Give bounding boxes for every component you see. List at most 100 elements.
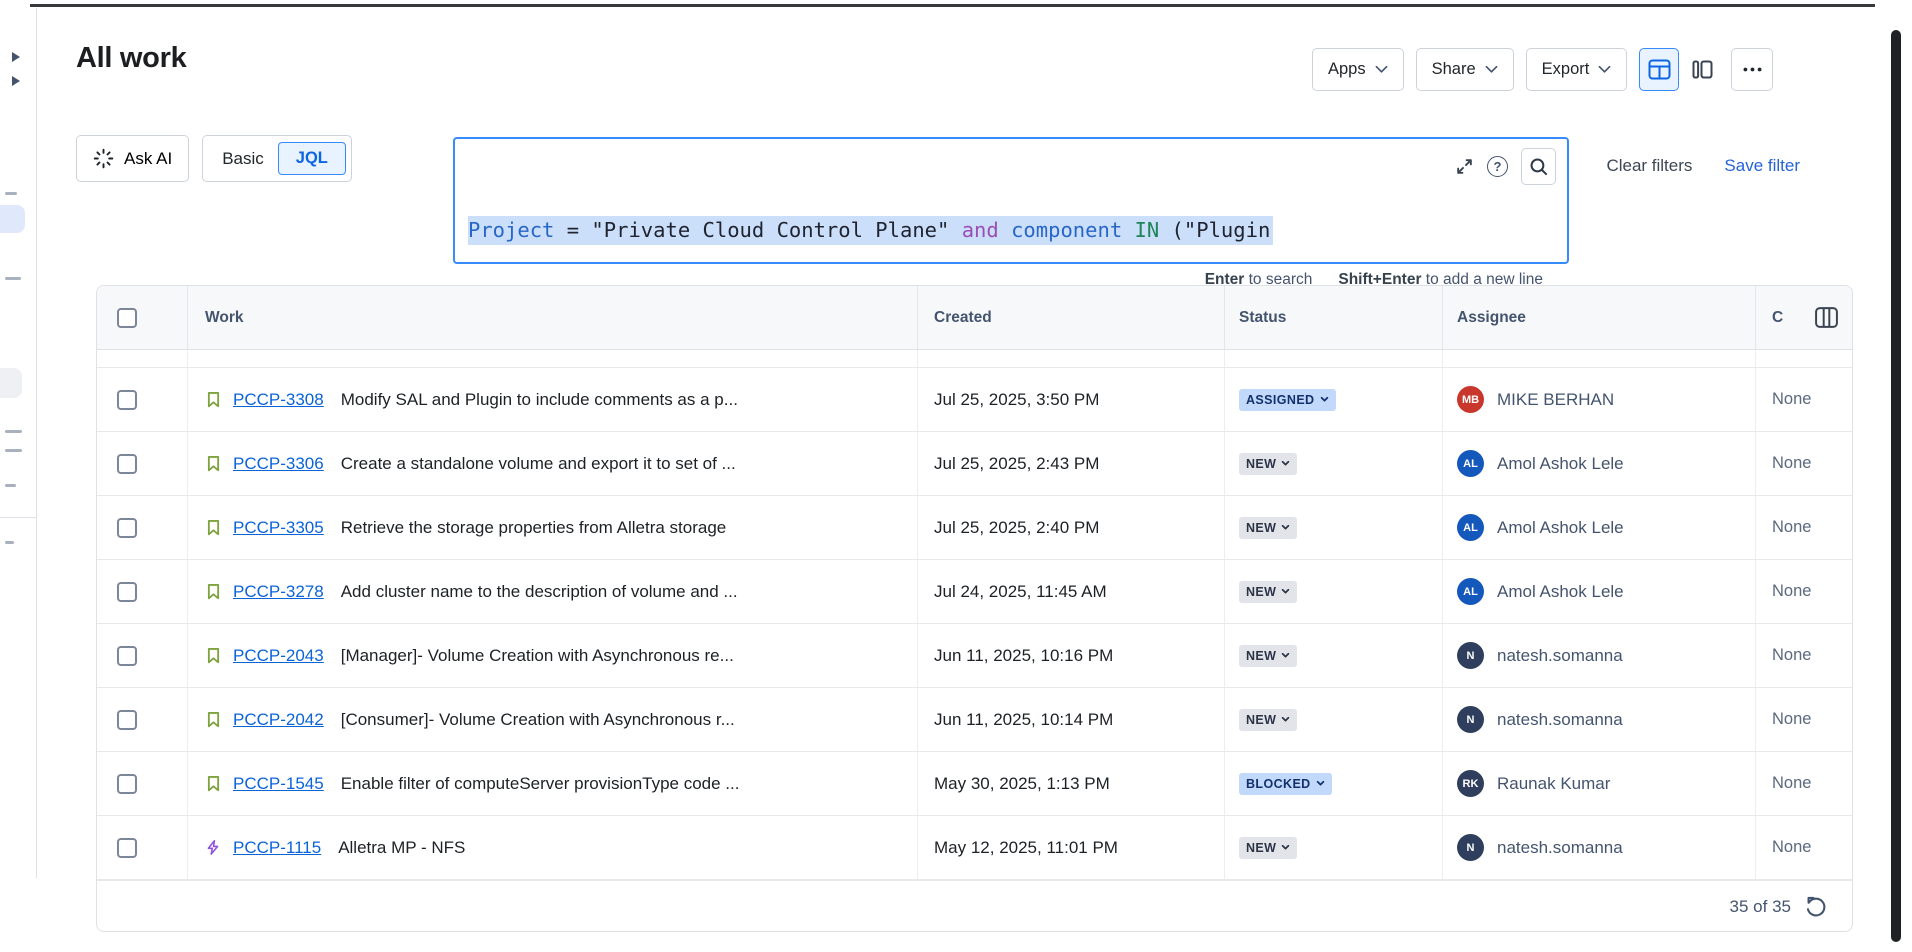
status-badge[interactable]: NEW <box>1239 581 1297 603</box>
chevron-down-icon <box>1281 652 1290 659</box>
work-key-link[interactable]: PCCP-1545 <box>233 774 324 794</box>
work-title[interactable]: Modify SAL and Plugin to include comment… <box>341 390 738 410</box>
table-row: PCCP-2042 [Consumer]- Volume Creation wit… <box>97 688 1852 752</box>
ask-ai-button[interactable]: Ask AI <box>76 135 189 182</box>
sidebar-item-fragment <box>5 541 14 544</box>
assignee-name: natesh.somanna <box>1497 838 1623 858</box>
help-icon[interactable]: ? <box>1487 156 1508 177</box>
status-cell: NEW <box>1224 624 1442 687</box>
work-cell: PCCP-3278 Add cluster name to the descrip… <box>187 560 917 623</box>
sidebar-hover-item[interactable] <box>0 368 22 398</box>
chevron-down-icon <box>1281 588 1290 595</box>
work-title[interactable]: Retrieve the storage properties from All… <box>341 518 727 538</box>
list-view-button[interactable] <box>1639 48 1679 91</box>
save-filter-button[interactable]: Save filter <box>1724 156 1800 176</box>
status-badge[interactable]: NEW <box>1239 709 1297 731</box>
chevron-right-icon[interactable] <box>12 52 20 62</box>
status-badge[interactable]: NEW <box>1239 837 1297 859</box>
created-cell: May 30, 2025, 1:13 PM <box>917 752 1224 815</box>
column-header-work[interactable]: Work <box>187 286 917 349</box>
work-key-link[interactable]: PCCP-2042 <box>233 710 324 730</box>
work-items-table: Work Created Status Assignee C PCCP-3308… <box>96 285 1853 932</box>
status-badge[interactable]: ASSIGNED <box>1239 389 1336 411</box>
export-button[interactable]: Export <box>1526 48 1628 91</box>
status-badge[interactable]: BLOCKED <box>1239 773 1332 795</box>
assignee-cell: Nnatesh.somanna <box>1442 624 1755 687</box>
expand-icon[interactable] <box>1455 157 1474 176</box>
row-checkbox[interactable] <box>117 518 137 538</box>
work-key-link[interactable]: PCCP-3278 <box>233 582 324 602</box>
column-header-status[interactable]: Status <box>1224 286 1442 349</box>
assignee-name: Amol Ashok Lele <box>1497 518 1624 538</box>
scrollbar[interactable] <box>1891 30 1901 942</box>
work-title[interactable]: Add cluster name to the description of v… <box>341 582 738 602</box>
jql-editor[interactable]: Project = "Private Cloud Control Plane" … <box>453 137 1569 264</box>
work-title[interactable]: Alletra MP - NFS <box>338 838 465 858</box>
work-key-link[interactable]: PCCP-3306 <box>233 454 324 474</box>
select-all-checkbox[interactable] <box>117 308 137 328</box>
more-icon <box>1743 67 1762 72</box>
status-badge[interactable]: NEW <box>1239 453 1297 475</box>
jql-token <box>1122 218 1134 242</box>
story-icon <box>205 583 223 600</box>
sidebar-item-fragment <box>5 430 22 433</box>
clear-filters-button[interactable]: Clear filters <box>1606 156 1692 176</box>
chevron-down-icon <box>1281 524 1290 531</box>
status-badge[interactable]: NEW <box>1239 645 1297 667</box>
chevron-right-icon[interactable] <box>12 76 20 86</box>
row-checkbox[interactable] <box>117 390 137 410</box>
assignee-cell: AL Amol Ashok Lele <box>1442 496 1755 559</box>
work-title[interactable]: [Consumer]- Volume Creation with Asynchr… <box>341 710 735 730</box>
table-row: PCCP-3308 Modify SAL and Plugin to includ… <box>97 368 1852 432</box>
side-panel-icon <box>1692 59 1713 80</box>
all-work-page: All work Apps Share Export <box>38 8 1891 952</box>
row-checkbox[interactable] <box>117 454 137 474</box>
status-cell: ASSIGNED <box>1224 368 1442 431</box>
sidebar-selected-item[interactable] <box>0 205 25 233</box>
row-checkbox[interactable] <box>117 838 137 858</box>
chevron-down-icon <box>1485 65 1498 74</box>
header-actions: Apps Share Export <box>1312 48 1773 91</box>
work-key-link[interactable]: PCCP-1115 <box>233 838 321 858</box>
created-cell: Jun 11, 2025, 10:16 PM <box>917 624 1224 687</box>
mode-basic-tab[interactable]: Basic <box>208 149 278 169</box>
avatar: MB <box>1457 386 1484 413</box>
share-button[interactable]: Share <box>1416 48 1514 91</box>
detail-view-button[interactable] <box>1685 48 1719 91</box>
row-select-cell <box>97 624 187 687</box>
avatar: AL <box>1457 514 1484 541</box>
row-checkbox[interactable] <box>117 582 137 602</box>
export-button-label: Export <box>1542 60 1590 79</box>
column-header-assignee[interactable]: Assignee <box>1442 286 1755 349</box>
created-cell: Jul 25, 2025, 3:50 PM <box>917 368 1224 431</box>
work-title[interactable]: Enable filter of computeServer provision… <box>341 774 740 794</box>
extra-cell: None <box>1755 624 1852 687</box>
status-badge[interactable]: NEW <box>1239 517 1297 539</box>
status-cell: NEW <box>1224 432 1442 495</box>
chevron-down-icon <box>1320 396 1329 403</box>
work-title[interactable]: Create a standalone volume and export it… <box>341 454 736 474</box>
table-body: PCCP-3308 Modify SAL and Plugin to includ… <box>97 368 1852 880</box>
avatar: N <box>1457 642 1484 669</box>
work-key-link[interactable]: PCCP-3305 <box>233 518 324 538</box>
column-header-extra-label[interactable]: C <box>1772 309 1783 327</box>
avatar: RK <box>1457 770 1484 797</box>
mode-jql-tab[interactable]: JQL <box>278 142 346 175</box>
more-actions-button[interactable] <box>1731 48 1773 91</box>
row-select-cell <box>97 688 187 751</box>
search-button[interactable] <box>1521 148 1556 185</box>
column-header-created[interactable]: Created <box>917 286 1224 349</box>
row-checkbox[interactable] <box>117 710 137 730</box>
refresh-button[interactable] <box>1805 895 1828 918</box>
apps-button[interactable]: Apps <box>1312 48 1404 91</box>
row-checkbox[interactable] <box>117 646 137 666</box>
work-key-link[interactable]: PCCP-2043 <box>233 646 324 666</box>
work-key-link[interactable]: PCCP-3308 <box>233 390 324 410</box>
row-checkbox[interactable] <box>117 774 137 794</box>
assignee-cell: Nnatesh.somanna <box>1442 688 1755 751</box>
extra-cell: None <box>1755 432 1852 495</box>
configure-columns-icon[interactable] <box>1814 306 1839 329</box>
assignee-cell: MBMIKE BERHAN <box>1442 368 1755 431</box>
story-icon <box>205 775 223 792</box>
work-title[interactable]: [Manager]- Volume Creation with Asynchro… <box>341 646 734 666</box>
